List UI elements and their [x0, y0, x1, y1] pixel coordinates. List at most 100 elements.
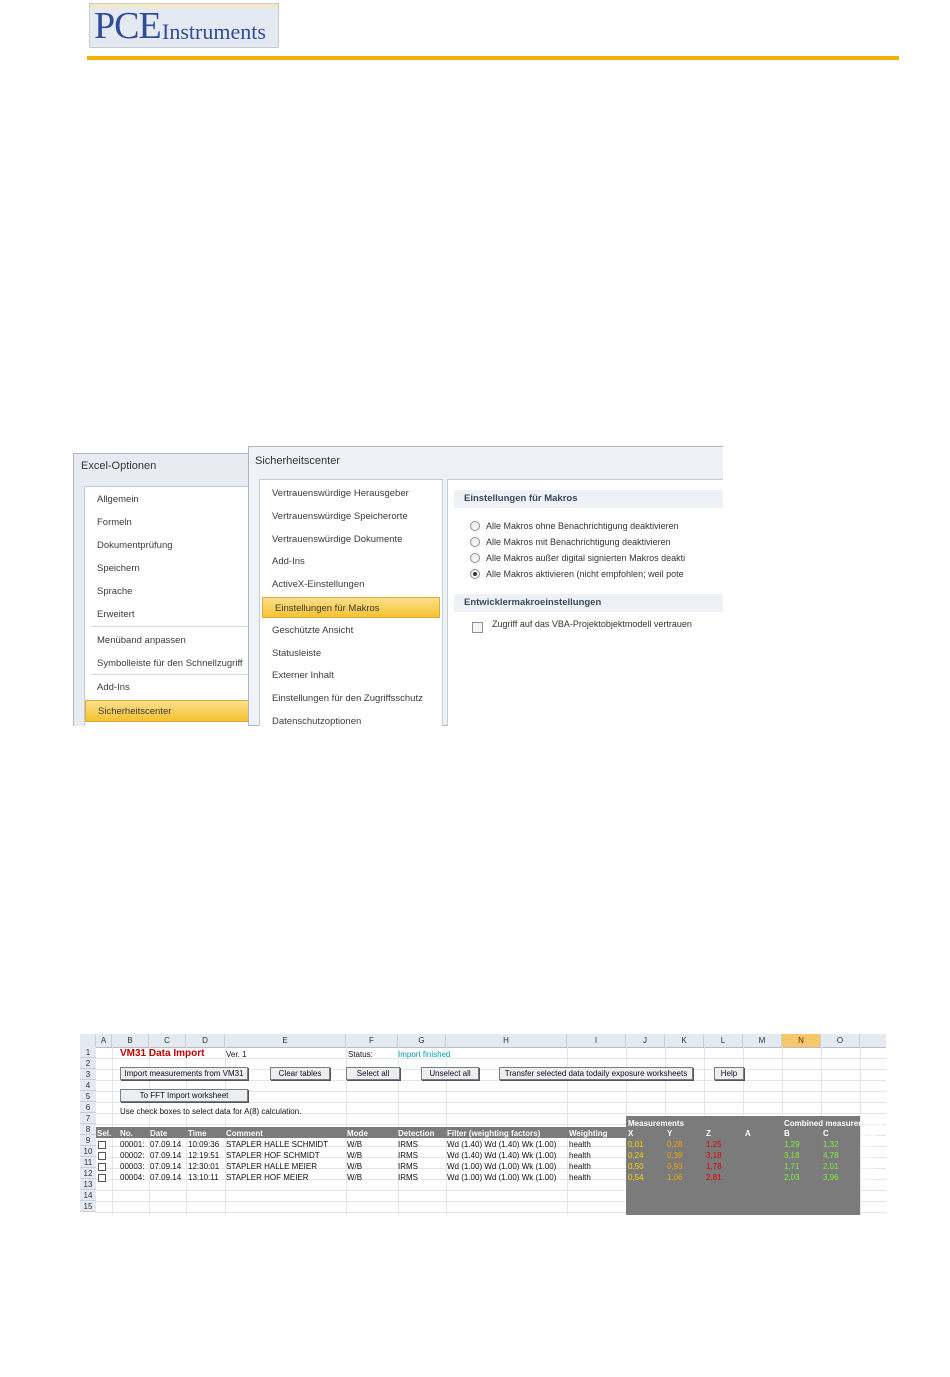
trust-center-item[interactable]: Add-Ins — [260, 551, 442, 572]
column-title: Comment — [226, 1129, 263, 1138]
trust-center-item[interactable]: Externer Inhalt — [260, 665, 442, 686]
excel-option-item[interactable]: Formeln — [85, 512, 251, 534]
fft-import-button[interactable]: To FFT Import worksheet — [120, 1089, 248, 1102]
developer-macro-heading: Entwicklermakroeinstellungen — [454, 594, 723, 612]
column-header[interactable]: F — [346, 1034, 398, 1047]
trust-center-item[interactable]: ActiveX-Einstellungen — [260, 574, 442, 595]
column-title: A — [745, 1129, 751, 1138]
cell-c: 1,32 — [823, 1140, 839, 1149]
cell-b: 3,18 — [784, 1151, 800, 1160]
clear-tables-button[interactable]: Clear tables — [270, 1067, 330, 1080]
excel-option-item[interactable]: Speichern — [85, 558, 251, 580]
column-header[interactable]: B — [112, 1034, 149, 1047]
cell-no: 00004: — [120, 1173, 145, 1182]
column-header[interactable]: I — [567, 1034, 626, 1047]
vba-trust-label: Zugriff auf das VBA-Projektobjektmodell … — [492, 619, 692, 629]
row-header[interactable]: 8 — [80, 1124, 96, 1135]
excel-option-item[interactable]: Sicherheitscenter — [85, 700, 251, 722]
trust-center-item[interactable]: Vertrauenswürdige Dokumente — [260, 529, 442, 550]
unselect-all-button[interactable]: Unselect all — [421, 1067, 479, 1080]
row-select-checkbox[interactable] — [98, 1152, 106, 1160]
row-header[interactable]: 13 — [80, 1179, 96, 1190]
cell-b: 1,71 — [784, 1162, 800, 1171]
column-header[interactable]: H — [446, 1034, 567, 1047]
row-header[interactable]: 4 — [80, 1080, 96, 1091]
column-header[interactable]: J — [626, 1034, 665, 1047]
column-header[interactable]: L — [704, 1034, 743, 1047]
cell-y: 0,39 — [667, 1151, 683, 1160]
trust-center-title: Sicherheitscenter — [255, 455, 340, 467]
select-all-button[interactable]: Select all — [346, 1067, 400, 1080]
trust-center-window: Sicherheitscenter Vertrauenswürdige Hera… — [248, 446, 723, 726]
column-header[interactable]: G — [398, 1034, 446, 1047]
row-header[interactable]: 1 — [80, 1047, 96, 1058]
excel-option-item[interactable]: Sprache — [85, 581, 251, 603]
trust-center-item[interactable]: Geschützte Ansicht — [260, 620, 442, 641]
column-header[interactable]: A — [96, 1034, 112, 1047]
column-header[interactable]: N — [782, 1034, 821, 1047]
column-header[interactable]: D — [186, 1034, 225, 1047]
row-select-checkbox[interactable] — [98, 1163, 106, 1171]
row-header[interactable]: 11 — [80, 1157, 96, 1168]
cell-detection: IRMS — [398, 1162, 418, 1171]
row-header[interactable]: 15 — [80, 1201, 96, 1212]
radio-icon[interactable] — [470, 521, 480, 531]
excel-options-screenshot: Excel-Optionen Allgemein Formeln Dokumentp… — [73, 446, 723, 726]
trust-center-item[interactable]: Vertrauenswürdige Herausgeber — [260, 483, 442, 504]
excel-options-window: Excel-Optionen Allgemein Formeln Dokumentp… — [73, 453, 253, 726]
row-header[interactable]: 2 — [80, 1058, 96, 1069]
cell-filter: Wd (1.40) Wd (1.40) Wk (1.00) — [447, 1151, 557, 1160]
row-header[interactable]: 6 — [80, 1102, 96, 1113]
column-header[interactable]: O — [821, 1034, 860, 1047]
excel-option-item[interactable]: Allgemein — [85, 489, 251, 511]
select-all-corner[interactable] — [80, 1034, 96, 1047]
macro-radio-option[interactable]: Alle Makros ohne Benachrichtigung deakti… — [470, 518, 679, 534]
excel-option-item[interactable]: Erweitert — [85, 604, 251, 626]
cell-comment: STAPLER HALLE SCHMIDT — [226, 1140, 329, 1149]
row-select-checkbox[interactable] — [98, 1141, 106, 1149]
excel-option-item[interactable]: Dokumentprüfung — [85, 535, 251, 557]
radio-icon[interactable] — [470, 569, 480, 579]
macro-radio-option[interactable]: Alle Makros mit Benachrichtigung deaktiv… — [470, 534, 671, 550]
excel-option-item[interactable]: Menüband anpassen — [85, 630, 251, 652]
column-header[interactable]: E — [225, 1034, 346, 1047]
cell-c: 3,96 — [823, 1173, 839, 1182]
macro-radio-option[interactable]: Alle Makros aktivieren (nicht empfohlen;… — [470, 566, 684, 582]
cell-unit: m/s² — [861, 1173, 877, 1182]
cell-comment: STAPLER HOF SCHMIDT — [226, 1151, 320, 1160]
trust-center-item[interactable]: Einstellungen für Makros — [262, 597, 440, 618]
radio-icon[interactable] — [470, 553, 480, 563]
cell-c: 4,78 — [823, 1151, 839, 1160]
column-header[interactable]: K — [665, 1034, 704, 1047]
excel-option-item[interactable]: Symbolleiste für den Schnellzugriff — [85, 653, 251, 675]
column-header[interactable]: C — [149, 1034, 186, 1047]
row-header[interactable]: 14 — [80, 1190, 96, 1201]
row-header[interactable]: 10 — [80, 1146, 96, 1157]
cell-date: 07.09.14 — [150, 1151, 182, 1160]
macro-radio-option[interactable]: Alle Makros außer digital signierten Mak… — [470, 550, 685, 566]
column-header[interactable]: M — [743, 1034, 782, 1047]
cell-time: 10:09:36 — [188, 1140, 220, 1149]
row-header[interactable]: 9 — [80, 1135, 96, 1146]
help-button[interactable]: Help — [714, 1067, 744, 1080]
cell-weighting: health — [569, 1140, 591, 1149]
transfer-button[interactable]: Transfer selected data todaily exposure … — [499, 1067, 693, 1080]
row-header[interactable]: 5 — [80, 1091, 96, 1102]
radio-icon[interactable] — [470, 537, 480, 547]
row-header[interactable]: 3 — [80, 1069, 96, 1080]
excel-option-item[interactable]: Add-Ins — [85, 677, 251, 699]
row-select-checkbox[interactable] — [98, 1174, 106, 1182]
vba-trust-checkbox[interactable] — [472, 622, 483, 633]
cell-time: 12:19:51 — [188, 1151, 220, 1160]
trust-center-item[interactable]: Statusleiste — [260, 643, 442, 664]
trust-center-item[interactable]: Einstellungen für den Zugriffsschutz — [260, 688, 442, 709]
row-header[interactable]: 12 — [80, 1168, 96, 1179]
import-button[interactable]: Import measurements from VM31 — [120, 1067, 248, 1080]
cell-unit: m/s² — [861, 1140, 877, 1149]
trust-center-item[interactable]: Vertrauenswürdige Speicherorte — [260, 506, 442, 527]
row-header[interactable]: 7 — [80, 1113, 96, 1124]
cell-unit: m/s² — [861, 1162, 877, 1171]
nav-separator — [91, 626, 251, 627]
trust-center-item[interactable]: Datenschutzoptionen — [260, 711, 442, 726]
cell-comment: STAPLER HOF MEIER — [226, 1173, 309, 1182]
